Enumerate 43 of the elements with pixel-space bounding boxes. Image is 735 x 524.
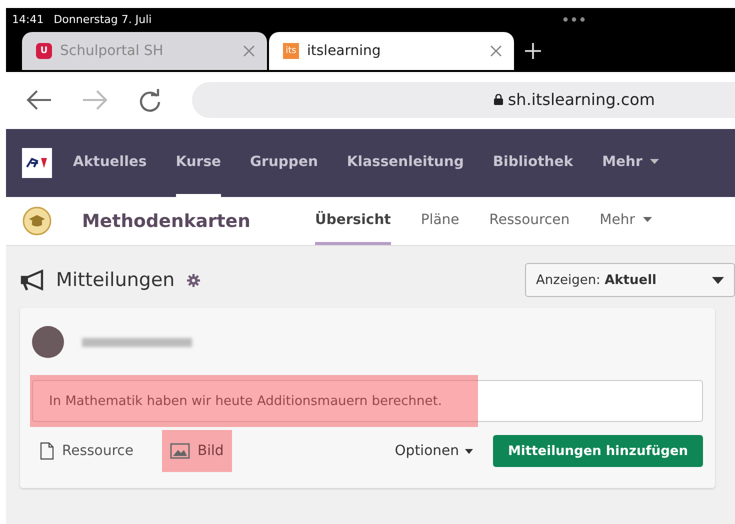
more-dots-icon[interactable] [563,17,585,22]
nav-item[interactable]: Mehr [602,129,660,197]
attachment-button[interactable]: Ressource [32,430,142,472]
image-icon [170,443,190,459]
settings-icon[interactable] [186,274,200,286]
reload-icon[interactable] [138,88,162,112]
status-time: 14:41 [12,12,44,26]
url-text: sh.itslearning.com [508,90,655,109]
course-tab[interactable]: Pläne [420,197,460,245]
status-date: Donnerstag 7. Juli [54,12,152,26]
message-text: In Mathematik haben wir heute Additionsmauern berechnet. [49,394,442,408]
graduation-cap-icon [22,206,52,236]
lock-icon [494,94,503,105]
nav-item[interactable]: Gruppen [250,129,318,197]
document-icon [40,442,54,460]
favicon: its [283,43,299,59]
filter-text: Anzeigen: Aktuell [536,272,656,288]
tab-title: itslearning [307,43,382,59]
favicon: U [36,43,52,59]
close-icon[interactable] [490,45,502,57]
caret-icon [465,448,473,454]
logo-icon[interactable] [22,148,52,178]
course-title: Methodenkarten [82,210,252,232]
course-tab[interactable]: Ressourcen [489,197,570,245]
nav-item[interactable]: Kurse [176,129,222,197]
filter-dropdown[interactable]: Anzeigen: Aktuell [525,263,735,297]
attachment-button[interactable]: Bild [162,430,232,472]
nav-item[interactable]: Klassenleitung [346,129,464,197]
add-post-button[interactable]: Mitteilungen hinzufügen [493,435,703,467]
browser-tab[interactable]: U Schulportal SH [22,32,267,70]
address-bar[interactable]: sh.itslearning.com [192,82,735,118]
course-tab[interactable]: Mehr [600,197,652,245]
browser-tab[interactable]: its itslearning [269,32,514,70]
tab-title: Schulportal SH [60,43,164,59]
back-icon[interactable] [26,90,52,110]
message-input-field[interactable]: In Mathematik haben wir heute Additionsmauern berechnet. [32,380,703,422]
nav-item[interactable]: Aktuelles [73,129,147,197]
new-tab-icon[interactable] [524,42,542,60]
avatar [32,326,64,358]
caret-icon [712,276,724,284]
nav-item[interactable]: Bibliothek [492,129,574,197]
section-title: Mitteilungen [56,269,175,291]
options-dropdown[interactable]: Optionen [394,443,473,459]
